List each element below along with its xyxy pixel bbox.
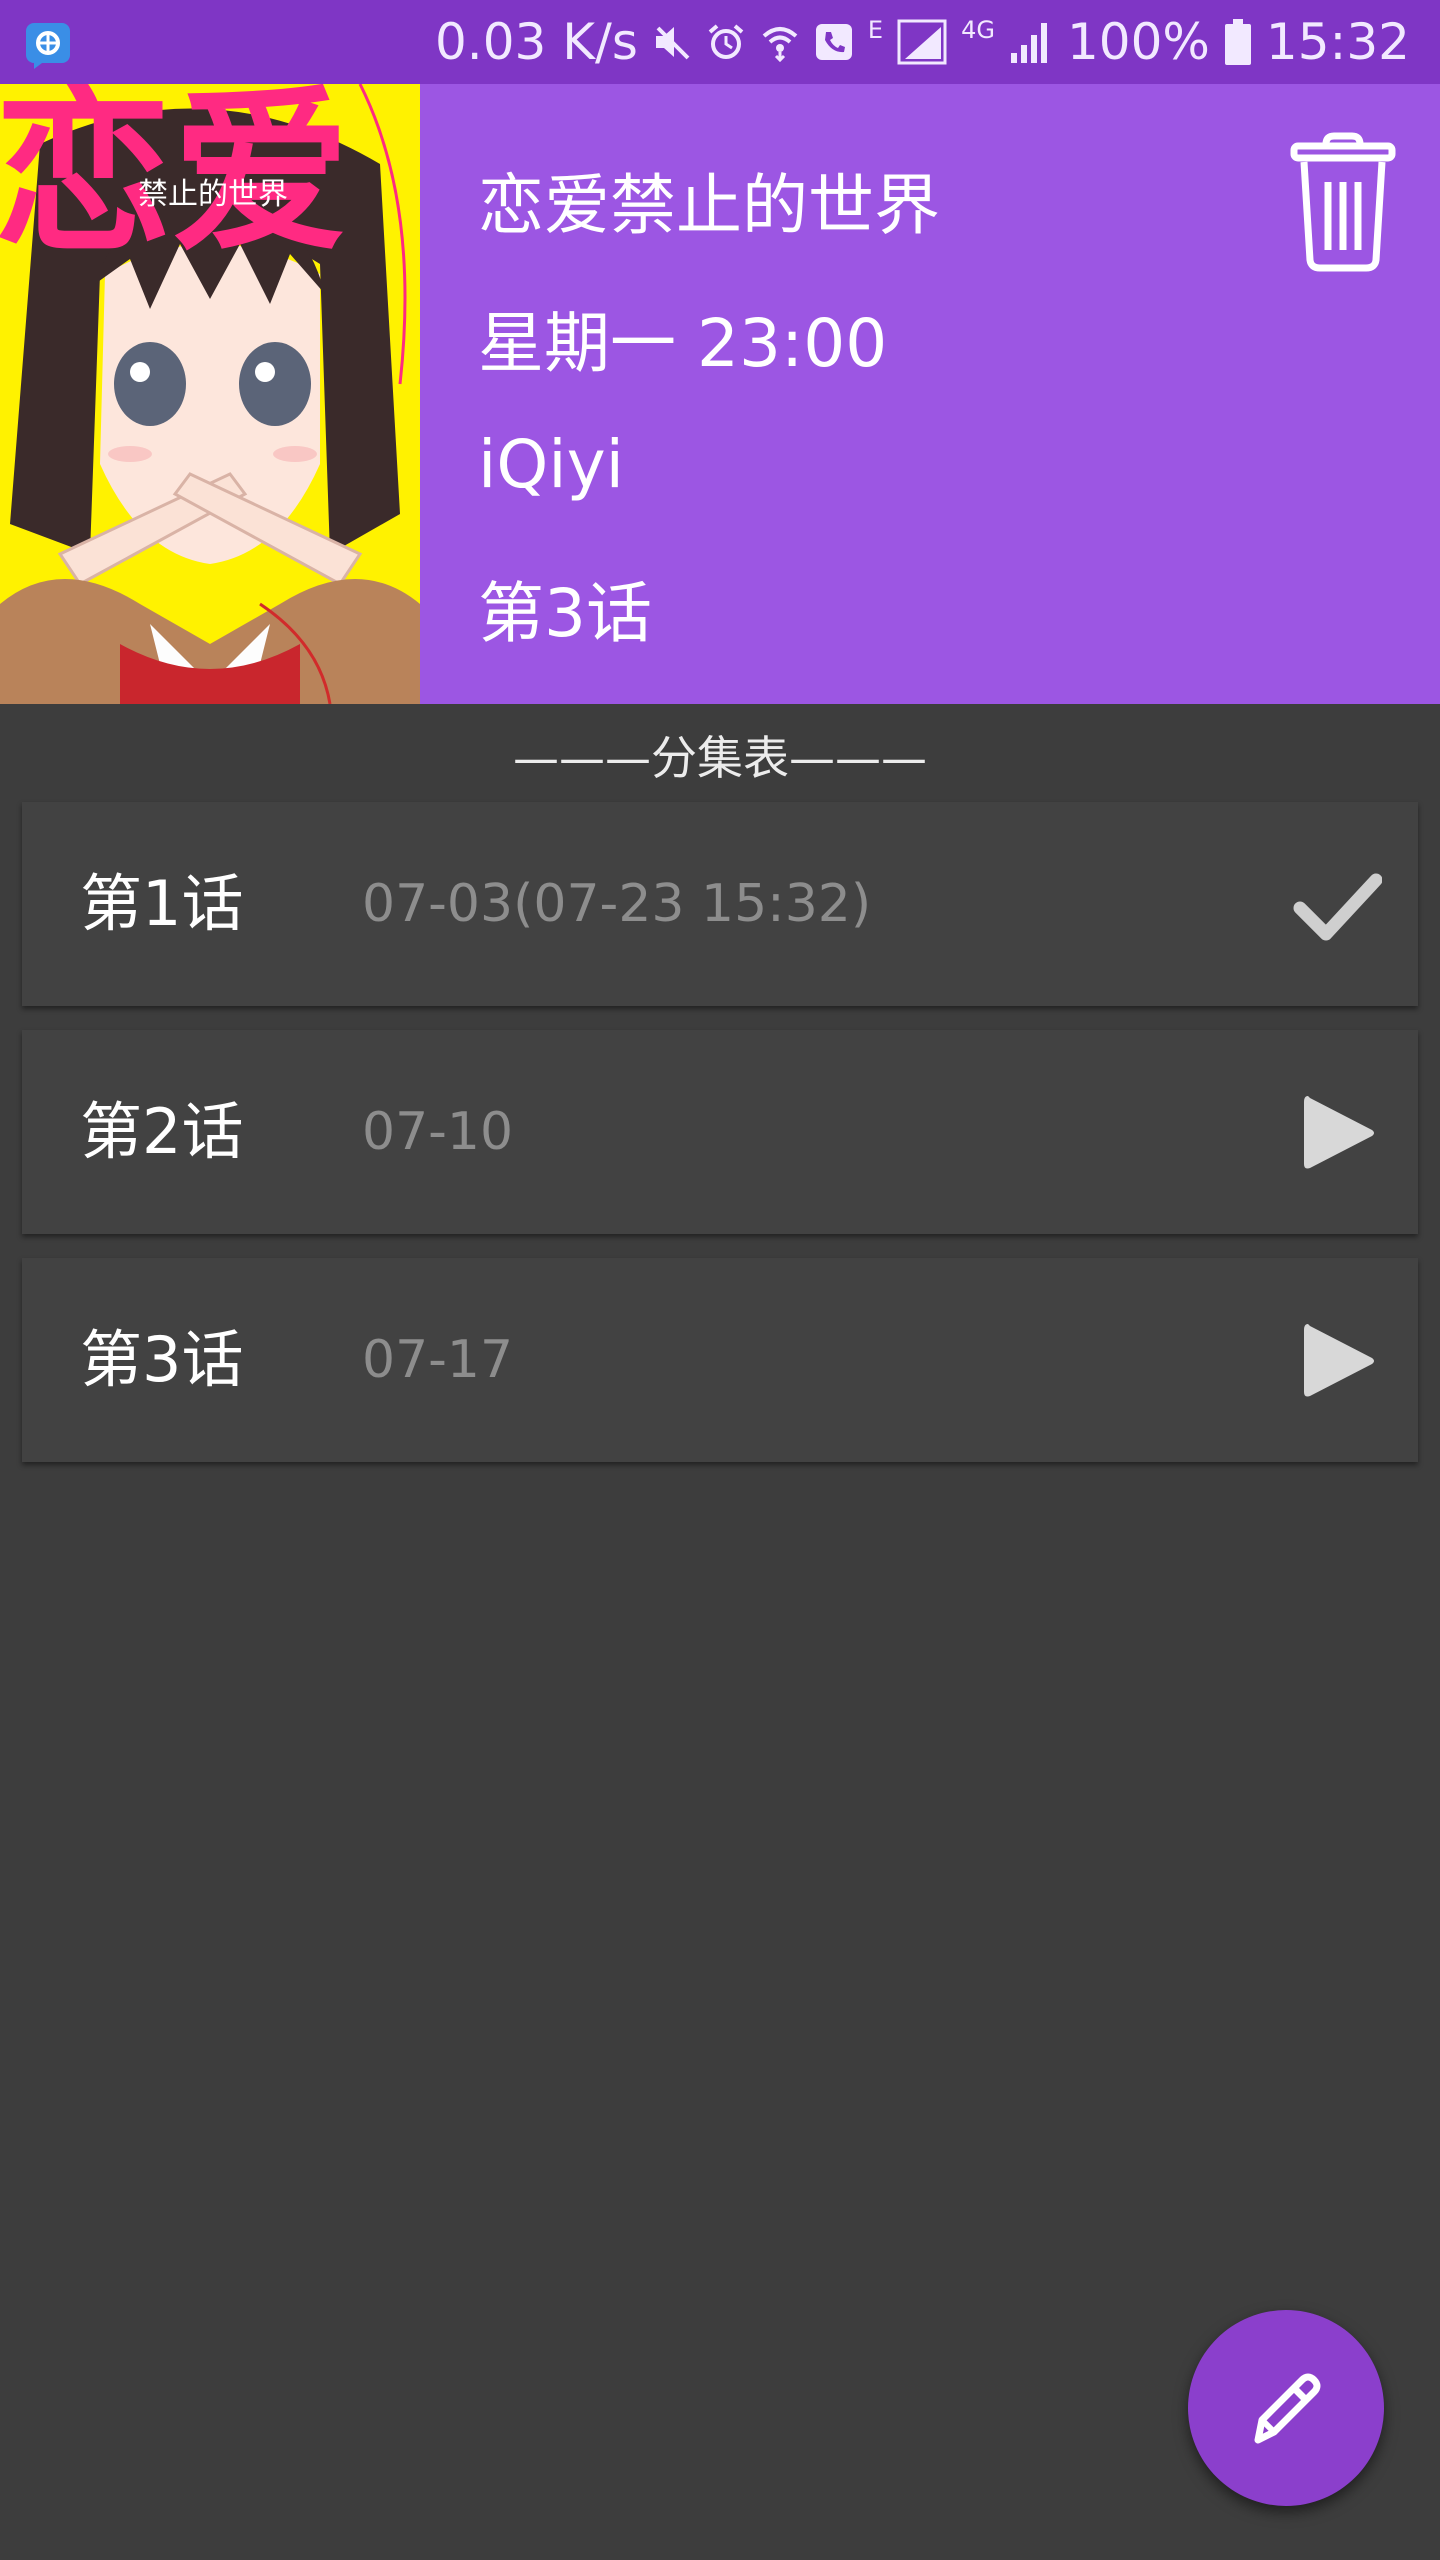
battery-percent: 100% (1066, 13, 1210, 71)
signal-icon (897, 19, 947, 65)
signal-icon (1009, 19, 1053, 65)
episode-title: 第3话 (80, 1323, 244, 1396)
play-icon[interactable] (1292, 1316, 1382, 1406)
episode-date: 07-10 (362, 1102, 514, 1162)
episode-list-title: ———分集表——— (513, 731, 927, 785)
network-e: E (867, 16, 884, 44)
cover-image[interactable]: 恋爱 禁止的世界 (0, 84, 420, 704)
edit-pencil-icon (1254, 2373, 1321, 2444)
cover-subtitle: 禁止的世界 (138, 177, 288, 212)
episode-title: 第2话 (80, 1095, 244, 1168)
battery-icon (1224, 19, 1252, 65)
call-icon (814, 22, 854, 62)
play-icon[interactable] (1292, 1088, 1382, 1178)
status-indicators: 0.03 K/s E 4G 100% 15:32 (435, 0, 1410, 84)
alarm-icon (706, 22, 746, 62)
episode-row[interactable]: 第3话 07-17 (22, 1258, 1418, 1462)
network-4g: 4G (961, 16, 995, 44)
delete-button[interactable] (1290, 132, 1396, 272)
episode-row[interactable]: 第2话 07-10 (22, 1030, 1418, 1234)
episode-row[interactable]: 第1话 07-03(07-23 15:32) (22, 802, 1418, 1006)
episode-date: 07-03(07-23 15:32) (362, 874, 872, 934)
app-notification-icon (24, 21, 72, 69)
anime-header: 恋爱 禁止的世界 恋爱禁止的世界 星期一 23:00 iQiyi 第3话 (0, 84, 1440, 704)
status-bar: 0.03 K/s E 4G 100% 15:32 (0, 0, 1440, 84)
platform-name: iQiyi (478, 426, 625, 503)
clock: 15:32 (1265, 13, 1410, 71)
mute-icon (652, 22, 692, 62)
broadcast-schedule: 星期一 23:00 (478, 305, 888, 382)
trash-icon (1290, 132, 1396, 272)
anime-title: 恋爱禁止的世界 (478, 167, 940, 244)
episode-title: 第1话 (80, 867, 244, 940)
check-icon[interactable] (1292, 860, 1383, 950)
wifi-call-icon (760, 22, 800, 62)
edit-button[interactable] (1188, 2310, 1384, 2506)
net-speed: 0.03 K/s (435, 13, 638, 71)
current-episode: 第3话 (478, 575, 652, 652)
episode-date: 07-17 (362, 1330, 514, 1390)
